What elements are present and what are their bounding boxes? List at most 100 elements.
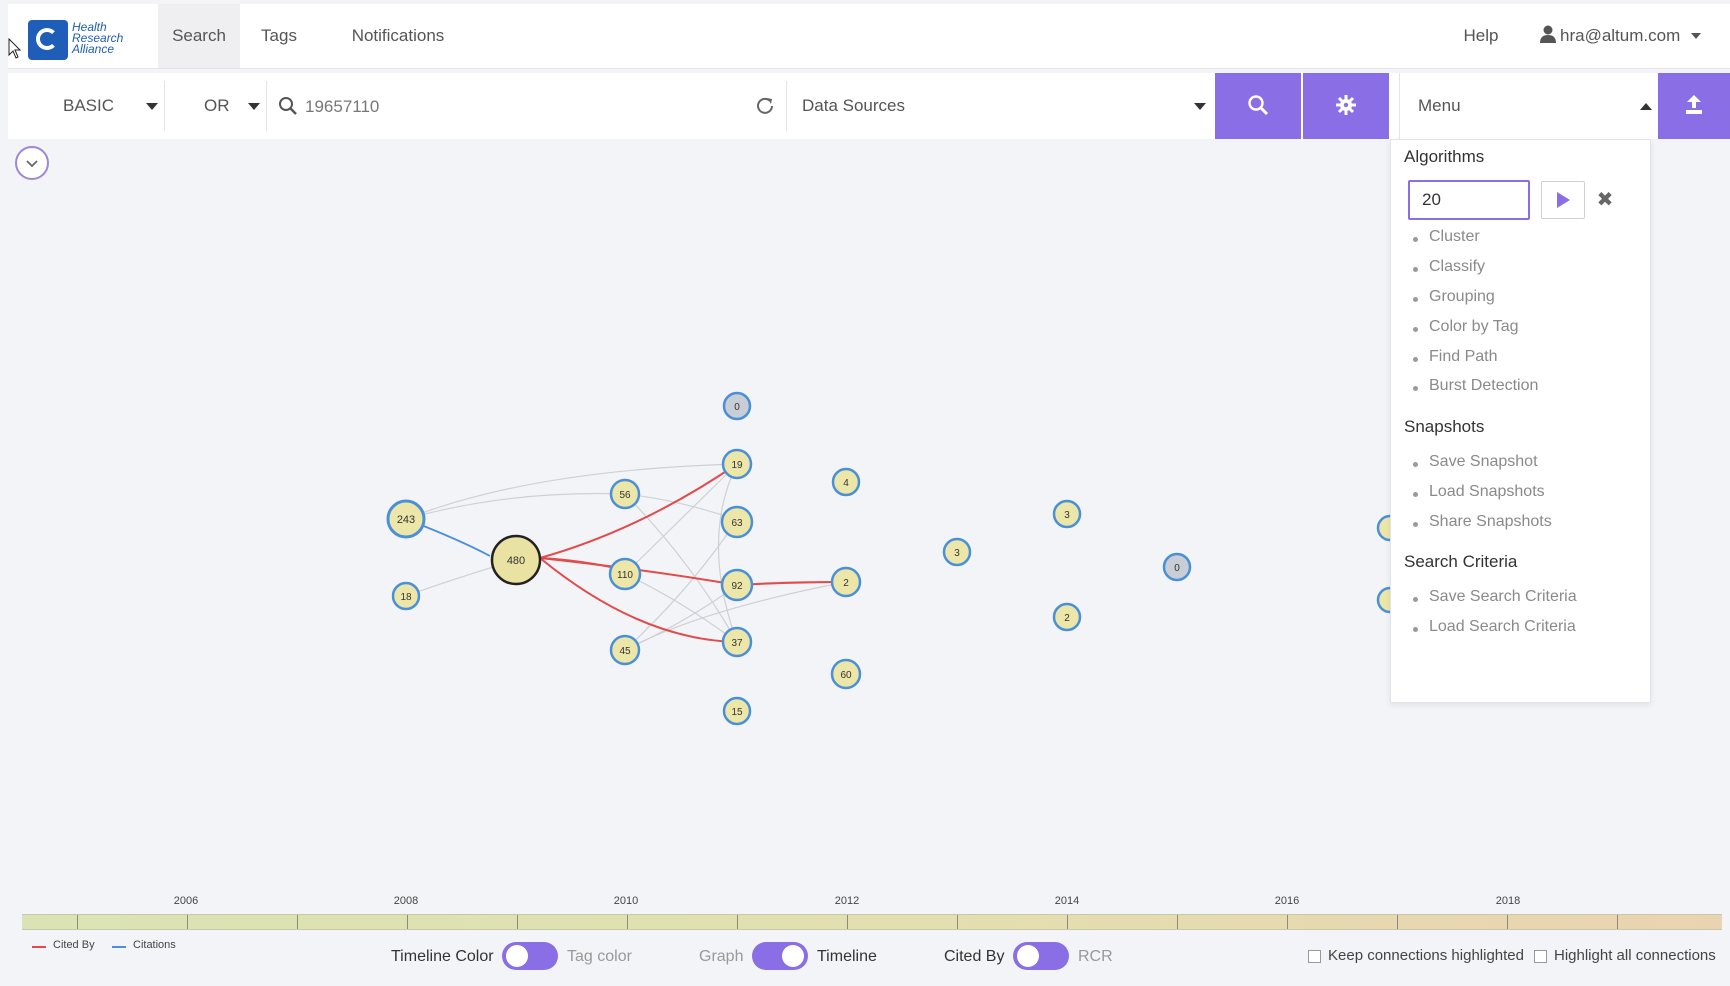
citations-legend-label: Citations: [133, 939, 176, 951]
operator-caret-icon[interactable]: [248, 103, 260, 110]
algorithms-heading: Algorithms: [1404, 147, 1485, 166]
bullet: [1413, 237, 1418, 242]
tab-tags[interactable]: Tags: [254, 4, 304, 68]
help-link[interactable]: Help: [1456, 4, 1506, 68]
graph-node[interactable]: 4: [831, 467, 861, 497]
timeline-label: Timeline: [817, 948, 877, 965]
chevron-up-icon: [1640, 103, 1652, 110]
highlight-all-checkbox[interactable]: [1534, 950, 1547, 963]
bullet: [1413, 597, 1418, 602]
graph-node[interactable]: 0: [1162, 552, 1192, 582]
year-label: 2010: [613, 895, 639, 907]
graph-node[interactable]: 243: [386, 499, 426, 539]
node-label: 0: [1174, 563, 1180, 574]
citations-legend-swatch: [112, 946, 126, 948]
graph-node[interactable]: 92: [720, 568, 754, 602]
menu-item-cluster[interactable]: Cluster: [1429, 228, 1480, 246]
menu-item-load-search-criteria[interactable]: Load Search Criteria: [1429, 618, 1576, 636]
graph-node[interactable]: 63: [720, 505, 754, 539]
menu-dropdown[interactable]: Menu: [1399, 73, 1658, 139]
timeline-tick: [1617, 915, 1618, 929]
year-label: 2016: [1274, 895, 1300, 907]
collapse-panel-button[interactable]: [15, 146, 49, 180]
view-mode-toggle[interactable]: [752, 942, 808, 970]
node-label: 3: [1064, 510, 1070, 521]
graph-node[interactable]: 2: [830, 566, 862, 598]
year-label: 2014: [1054, 895, 1080, 907]
size-mode-toggle[interactable]: [1013, 942, 1069, 970]
data-sources-select[interactable]: Data Sources: [802, 73, 905, 139]
menu-item-grouping[interactable]: Grouping: [1429, 288, 1495, 306]
user-icon: [1540, 25, 1556, 43]
bullet: [1413, 327, 1418, 332]
node-label: 0: [734, 402, 740, 413]
node-label: 480: [507, 555, 525, 567]
timeline-tick: [517, 915, 518, 929]
settings-button[interactable]: [1303, 73, 1389, 139]
mode-caret-icon[interactable]: [146, 103, 158, 110]
user-menu[interactable]: hra@altum.com: [1540, 4, 1701, 68]
bullet: [1413, 267, 1418, 272]
menu-item-save-snapshot[interactable]: Save Snapshot: [1429, 453, 1538, 471]
graph-node[interactable]: 37: [721, 626, 753, 658]
export-button[interactable]: [1658, 73, 1730, 139]
search-input[interactable]: [303, 93, 747, 121]
node-label: 2: [1064, 613, 1070, 624]
mode-select[interactable]: BASIC: [63, 73, 114, 139]
menu-item-burst-detection[interactable]: Burst Detection: [1429, 377, 1538, 395]
node-label: 37: [731, 638, 743, 649]
algorithm-parameter-input[interactable]: [1408, 180, 1530, 220]
timeline-tick: [1397, 915, 1398, 929]
search-icon: [1248, 95, 1269, 116]
play-icon: [1557, 192, 1570, 208]
bullet: [1413, 492, 1418, 497]
bullet: [1413, 522, 1418, 527]
search-bar: BASIC OR Data Sources Men: [8, 73, 1730, 139]
tab-search[interactable]: Search: [158, 4, 240, 68]
graph-node[interactable]: 2: [1052, 602, 1082, 632]
graph-edge: [624, 573, 738, 643]
graph-edge: [405, 463, 738, 520]
timeline-axis[interactable]: [22, 914, 1722, 930]
logo-mark-icon: [28, 20, 68, 60]
menu-item-share-snapshots[interactable]: Share Snapshots: [1429, 513, 1552, 531]
graph-node[interactable]: 3: [1052, 499, 1082, 529]
menu-item-classify[interactable]: Classify: [1429, 258, 1485, 276]
node-label: 63: [731, 518, 743, 529]
tag-color-label: Tag color: [567, 948, 632, 965]
graph-node[interactable]: 110: [608, 557, 642, 591]
menu-item-find-path[interactable]: Find Path: [1429, 348, 1497, 366]
data-sources-caret-icon[interactable]: [1194, 103, 1206, 110]
graph-node[interactable]: 60: [830, 658, 862, 690]
graph-node[interactable]: 19: [721, 448, 753, 480]
highlight-all-label: Highlight all connections: [1554, 947, 1716, 964]
graph-node[interactable]: 15: [722, 696, 752, 726]
hra-logo[interactable]: Health Research Alliance: [28, 16, 146, 64]
close-icon[interactable]: ✖: [1595, 188, 1615, 212]
graph-node[interactable]: 480: [490, 534, 542, 586]
rcr-label: RCR: [1078, 948, 1113, 965]
search-button[interactable]: [1215, 73, 1301, 139]
bullet: [1413, 357, 1418, 362]
graph-node[interactable]: 18: [391, 581, 421, 611]
operator-select[interactable]: OR: [204, 73, 230, 139]
run-algorithm-button[interactable]: [1541, 181, 1585, 219]
node-label: 92: [731, 581, 743, 592]
bullet: [1413, 462, 1418, 467]
graph-node[interactable]: 0: [722, 391, 752, 421]
node-label: 19: [731, 460, 743, 471]
divider: [786, 81, 787, 131]
graph-node[interactable]: 45: [609, 634, 641, 666]
keep-connections-checkbox[interactable]: [1308, 950, 1321, 963]
menu-item-color-by-tag[interactable]: Color by Tag: [1429, 318, 1519, 336]
node-label: 60: [840, 670, 852, 681]
mouse-pointer-icon: [8, 38, 22, 59]
refresh-icon[interactable]: [754, 95, 776, 117]
bullet: [1413, 297, 1418, 302]
color-mode-toggle[interactable]: [502, 942, 558, 970]
graph-node[interactable]: 56: [609, 478, 641, 510]
graph-node[interactable]: 3: [942, 537, 972, 567]
menu-item-load-snapshots[interactable]: Load Snapshots: [1429, 483, 1545, 501]
tab-notifications[interactable]: Notifications: [328, 4, 468, 68]
menu-item-save-search-criteria[interactable]: Save Search Criteria: [1429, 588, 1577, 606]
